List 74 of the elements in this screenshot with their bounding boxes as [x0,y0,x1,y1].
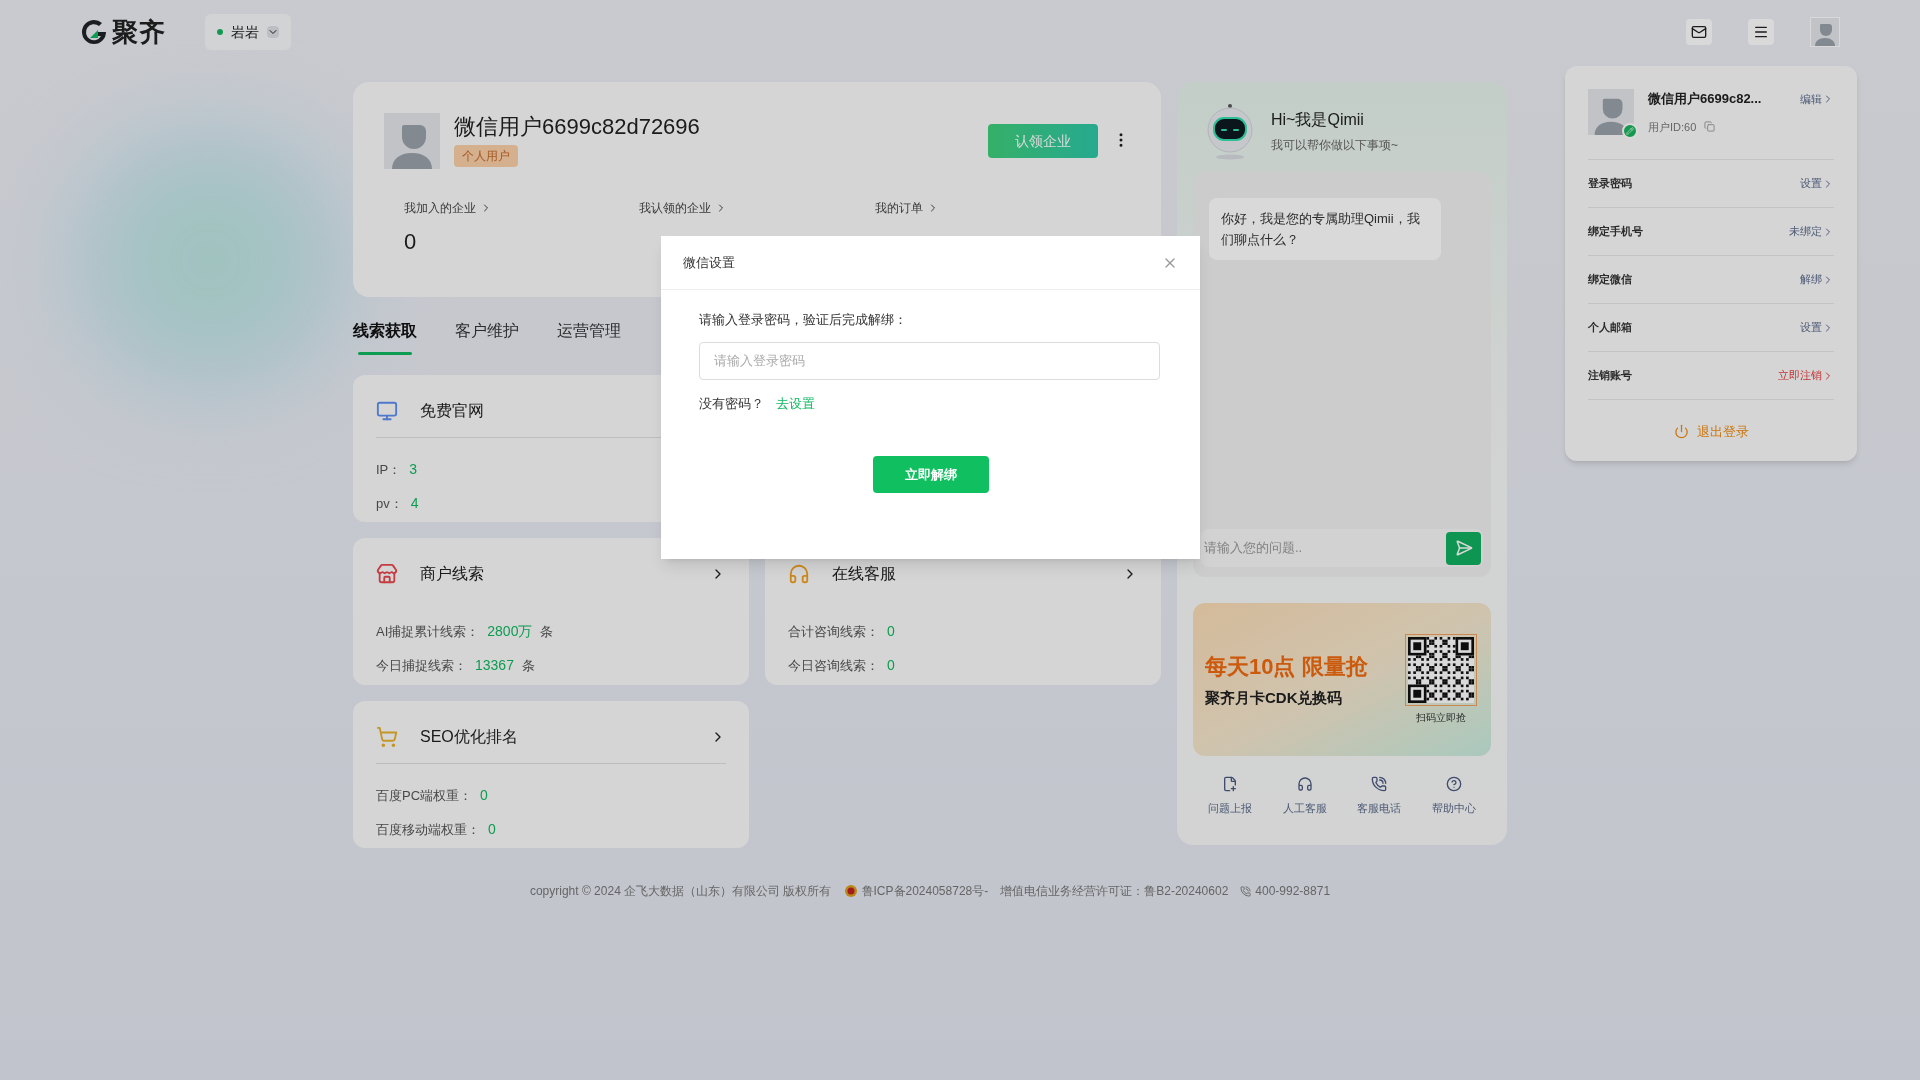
shortcut-button[interactable]: 问题上报 [1193,776,1268,817]
menu-row[interactable]: 注销账号 立即注销 [1588,352,1834,400]
headset-icon [1296,776,1313,792]
stat-line: pv： 4 [376,494,420,513]
mail-icon [1691,24,1707,40]
stat-value: 0 [404,228,418,256]
icp-link[interactable]: 鲁ICP备2024058728号- [861,882,989,900]
stat-line: 百度移动端权重： 0 [376,820,497,839]
menu-icon [1753,24,1769,40]
headset-icon [788,563,810,585]
menu-row[interactable]: 绑定微信 解绑 [1588,256,1834,304]
send-button[interactable] [1446,531,1481,565]
promo-subline: 聚齐月卡CDK兑换码 [1205,687,1344,708]
tab[interactable]: 客户维护 [455,319,519,355]
qr-code-icon [1408,637,1474,703]
copyright-text: copyright © 2024 企飞大数据（山东）有限公司 版权所有 [529,883,832,900]
shortcut-button[interactable]: 人工客服 [1267,776,1342,817]
help-icon [1445,776,1462,792]
card-title: 在线客服 [832,564,896,584]
menu-row[interactable]: 登录密码 设置 [1588,160,1834,208]
stat-link[interactable]: 我加入的企业 [404,199,640,217]
tab[interactable]: 运营管理 [557,319,621,355]
store-icon [376,563,398,585]
cart-icon [376,726,398,748]
no-password-text: 没有密码？ [699,394,764,413]
robot-icon [1205,102,1255,160]
report-icon [1222,776,1239,792]
stat-line: 今日咨询线索： 0 [788,656,896,675]
shortcut-button[interactable]: 帮助中心 [1416,776,1491,817]
menu-user-name: 微信用户6699c82... [1648,90,1762,108]
stat-line: 今日捕捉线索： 13367 条 [376,656,536,675]
stat-link[interactable]: 我的订单 [874,199,1110,217]
caret-icon [267,26,280,38]
stat-line: IP： 3 [376,460,419,479]
assistant-title: Hi~我是Qimii [1271,110,1365,130]
user-id: 用户ID:60 [1648,119,1697,135]
stat-line: 合计咨询线索： 0 [788,622,896,641]
card-title: 商户线索 [420,564,484,584]
stat-link[interactable]: 我认领的企业 [639,199,875,217]
card-title: 免费官网 [420,401,484,421]
chat-message: 你好，我是您的专属助理Qimii，我们聊点什么？ [1209,198,1441,260]
password-input[interactable]: 请输入登录密码 [699,341,1160,380]
menu-row[interactable]: 绑定手机号 未绑定 [1588,208,1834,256]
promo-headline: 每天10点 限量抢 [1205,652,1369,681]
user-avatar [1588,89,1634,135]
question-input[interactable]: 请输入您的问题.. [1204,538,1446,558]
mail-button[interactable] [1686,19,1712,45]
menu-button[interactable] [1748,19,1774,45]
profile-avatar [384,113,440,169]
license-text: 增值电信业务经营许可证：鲁B2-20240602 [1000,883,1229,900]
police-badge-icon [843,884,858,898]
dialog-title: 微信设置 [683,253,735,272]
phone-icon [1240,885,1252,897]
phone-icon [1371,776,1388,792]
logo-text: 聚齐 [112,15,166,49]
power-icon [1673,424,1689,440]
user-type-badge: 个人用户 [454,145,518,167]
shortcut-button[interactable]: 客服电话 [1342,776,1417,817]
question-field[interactable]: 请输入您的问题.. [1201,529,1483,567]
qr-caption: 扫码立即抢 [1416,711,1466,725]
avatar-icon [1811,18,1839,46]
menu-row[interactable]: 个人邮箱 设置 [1588,304,1834,352]
logo-icon [80,18,108,46]
card-title: SEO优化排名 [420,727,518,747]
stat-line: 百度PC端权重： 0 [376,786,489,805]
send-icon [1454,539,1473,557]
tab[interactable]: 线索获取 [353,319,417,355]
stat-line: AI捕捉累计线索： 2800万 条 [376,622,555,641]
dialog-prompt: 请输入登录密码，验证后完成解绑： [699,311,908,329]
edit-link[interactable]: 编辑 [1800,90,1834,107]
user-name: 微信用户6699c82d72696 [454,113,700,141]
phone-number: 400-992-8871 [1255,883,1331,900]
assistant-subtitle: 我可以帮你做以下事项~ [1271,137,1398,154]
monitor-icon [376,400,398,422]
